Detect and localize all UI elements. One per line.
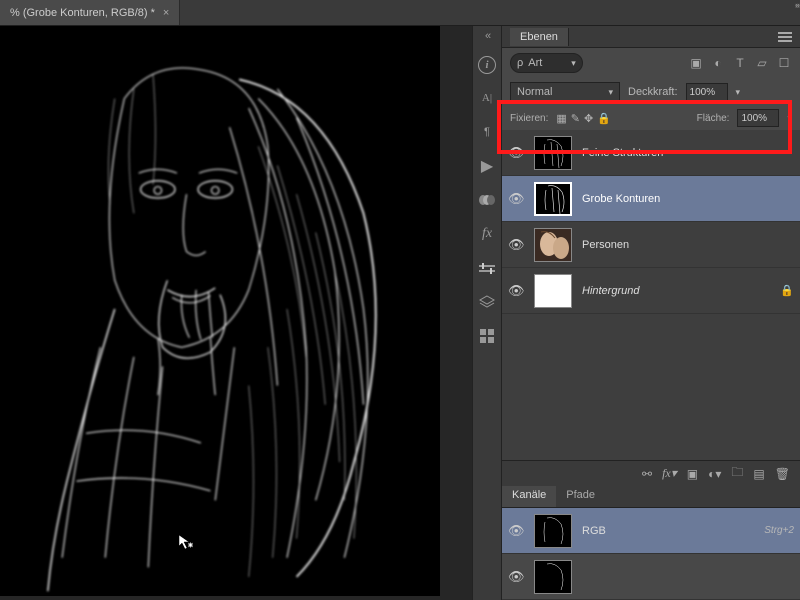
opacity-label: Deckkraft: xyxy=(628,86,678,98)
filter-adjust-icon[interactable]: ◐ xyxy=(710,55,726,71)
visibility-icon[interactable]: 👁 xyxy=(508,523,524,539)
adjustment-icon[interactable]: ◐▾ xyxy=(708,467,721,481)
grid-icon[interactable] xyxy=(477,326,497,346)
layers-footer: ⚯ fx▾ ▣ ◐▾ 🗀 ▤ 🗑 xyxy=(502,460,800,486)
collapsed-panel-dock: « i A| ¶ ▶ fx xyxy=(472,26,502,600)
layer-name: Grobe Konturen xyxy=(582,193,660,205)
visibility-icon[interactable]: 👁 xyxy=(508,191,524,207)
document-tab[interactable]: % (Grobe Konturen, RGB/8) * × xyxy=(0,0,180,25)
layers-panel-tab[interactable]: Ebenen xyxy=(510,28,569,46)
panel-collapse-icon[interactable]: » xyxy=(795,0,798,10)
document-tab-label: % (Grobe Konturen, RGB/8) * xyxy=(10,7,155,19)
link-icon[interactable]: ⚯ xyxy=(642,467,652,481)
filter-icons: ▣ ◐ T ▱ ☐ xyxy=(688,55,792,71)
layer-thumb[interactable] xyxy=(534,228,572,262)
lock-transparency-icon[interactable]: ▦ xyxy=(556,112,566,125)
group-icon[interactable]: 🗀 xyxy=(731,463,743,484)
lock-brush-icon[interactable]: ✎ xyxy=(571,112,580,125)
chevron-down-icon[interactable]: ▾ xyxy=(787,113,792,124)
channel-row[interactable]: 👁 xyxy=(502,554,800,600)
workspace: « i A| ¶ ▶ fx » Ebenen ρ ▾ xyxy=(0,26,800,600)
layer-thumb[interactable] xyxy=(534,136,572,170)
layer-row[interactable]: 👁 Hintergrund 🔒 xyxy=(502,268,800,314)
chevron-down-icon[interactable]: ▾ xyxy=(608,87,613,98)
lock-icon: 🔒 xyxy=(780,284,794,297)
character-icon[interactable]: A| xyxy=(477,88,497,108)
trash-icon[interactable]: 🗑 xyxy=(775,467,790,481)
canvas-area[interactable] xyxy=(0,26,472,600)
blend-mode-label: Normal xyxy=(517,86,552,98)
layer-name: Hintergrund xyxy=(582,285,639,297)
chevron-down-icon[interactable]: ▾ xyxy=(571,58,576,69)
layer-thumb[interactable] xyxy=(534,182,572,216)
channels-tab[interactable]: Kanäle xyxy=(502,486,556,507)
channel-thumb xyxy=(534,560,572,594)
lock-all-icon[interactable]: 🔒 xyxy=(597,112,611,125)
mask-icon[interactable]: ▣ xyxy=(687,467,698,481)
styles-icon[interactable]: fx xyxy=(477,224,497,244)
blend-opacity-row: Normal ▾ Deckkraft: 100% ▾ xyxy=(502,78,800,106)
layer-name: Feine Strukturen xyxy=(582,147,663,159)
panels: » Ebenen ρ ▾ ▣ ◐ T ▱ ☐ Normal ▾ xyxy=(502,26,800,600)
fill-label: Fläche: xyxy=(697,113,730,124)
swatches-icon[interactable] xyxy=(477,190,497,210)
visibility-icon[interactable]: 👁 xyxy=(508,237,524,253)
fill-input[interactable]: 100% xyxy=(737,109,779,127)
channel-name: RGB xyxy=(582,525,606,537)
channel-row[interactable]: 👁 RGB Strg+2 xyxy=(502,508,800,554)
filter-smart-icon[interactable]: ☐ xyxy=(776,55,792,71)
channel-shortcut: Strg+2 xyxy=(764,525,794,536)
visibility-icon[interactable]: 👁 xyxy=(508,283,524,299)
close-icon[interactable]: × xyxy=(163,7,169,19)
channel-thumb xyxy=(534,514,572,548)
layer-name: Personen xyxy=(582,239,629,251)
lock-move-icon[interactable]: ✥ xyxy=(584,112,593,125)
blend-mode-select[interactable]: Normal ▾ xyxy=(510,82,620,102)
layers-icon[interactable] xyxy=(477,292,497,312)
filter-shape-icon[interactable]: ▱ xyxy=(754,55,770,71)
lock-label: Fixieren: xyxy=(510,113,548,124)
lock-fill-row: Fixieren: ▦ ✎ ✥ 🔒 Fläche: 100% ▾ xyxy=(502,106,800,130)
opacity-input[interactable]: 100% xyxy=(686,83,728,101)
layer-filter[interactable]: ρ ▾ xyxy=(510,53,583,73)
visibility-icon[interactable]: 👁 xyxy=(508,569,524,585)
channels-tabs: Kanäle Pfade xyxy=(502,486,800,508)
paths-tab[interactable]: Pfade xyxy=(556,486,605,507)
filter-type-input[interactable] xyxy=(528,57,566,69)
visibility-icon[interactable]: 👁 xyxy=(508,145,524,161)
filter-type-icon[interactable]: T xyxy=(732,55,748,71)
panel-menu-icon[interactable] xyxy=(778,32,792,42)
panel-menu-icon[interactable] xyxy=(780,486,800,496)
info-icon[interactable]: i xyxy=(478,56,496,74)
paragraph-icon[interactable]: ¶ xyxy=(477,122,497,142)
layers-list: 👁 Feine Strukturen 👁 Grobe Konturen 👁 Pe… xyxy=(502,130,800,460)
layer-row[interactable]: 👁 Personen xyxy=(502,222,800,268)
layer-row[interactable]: 👁 Grobe Konturen xyxy=(502,176,800,222)
canvas[interactable] xyxy=(0,26,440,596)
new-layer-icon[interactable]: ▤ xyxy=(753,467,764,481)
dock-collapse-icon[interactable]: « xyxy=(485,30,489,42)
cursor-icon xyxy=(178,534,194,550)
layer-filter-row: ρ ▾ ▣ ◐ T ▱ ☐ xyxy=(502,48,800,78)
play-icon[interactable]: ▶ xyxy=(477,156,497,176)
chevron-down-icon[interactable]: ▾ xyxy=(736,87,741,98)
fx-icon[interactable]: fx▾ xyxy=(662,466,677,481)
layers-panel-header: Ebenen xyxy=(502,26,800,48)
search-icon: ρ xyxy=(517,57,523,69)
filter-pixel-icon[interactable]: ▣ xyxy=(688,55,704,71)
adjustments-icon[interactable] xyxy=(477,258,497,278)
document-tabs: % (Grobe Konturen, RGB/8) * × « xyxy=(0,0,800,26)
layer-thumb[interactable] xyxy=(534,274,572,308)
layer-row[interactable]: 👁 Feine Strukturen xyxy=(502,130,800,176)
channels-panel: Kanäle Pfade 👁 RGB Strg+2 👁 xyxy=(502,486,800,600)
